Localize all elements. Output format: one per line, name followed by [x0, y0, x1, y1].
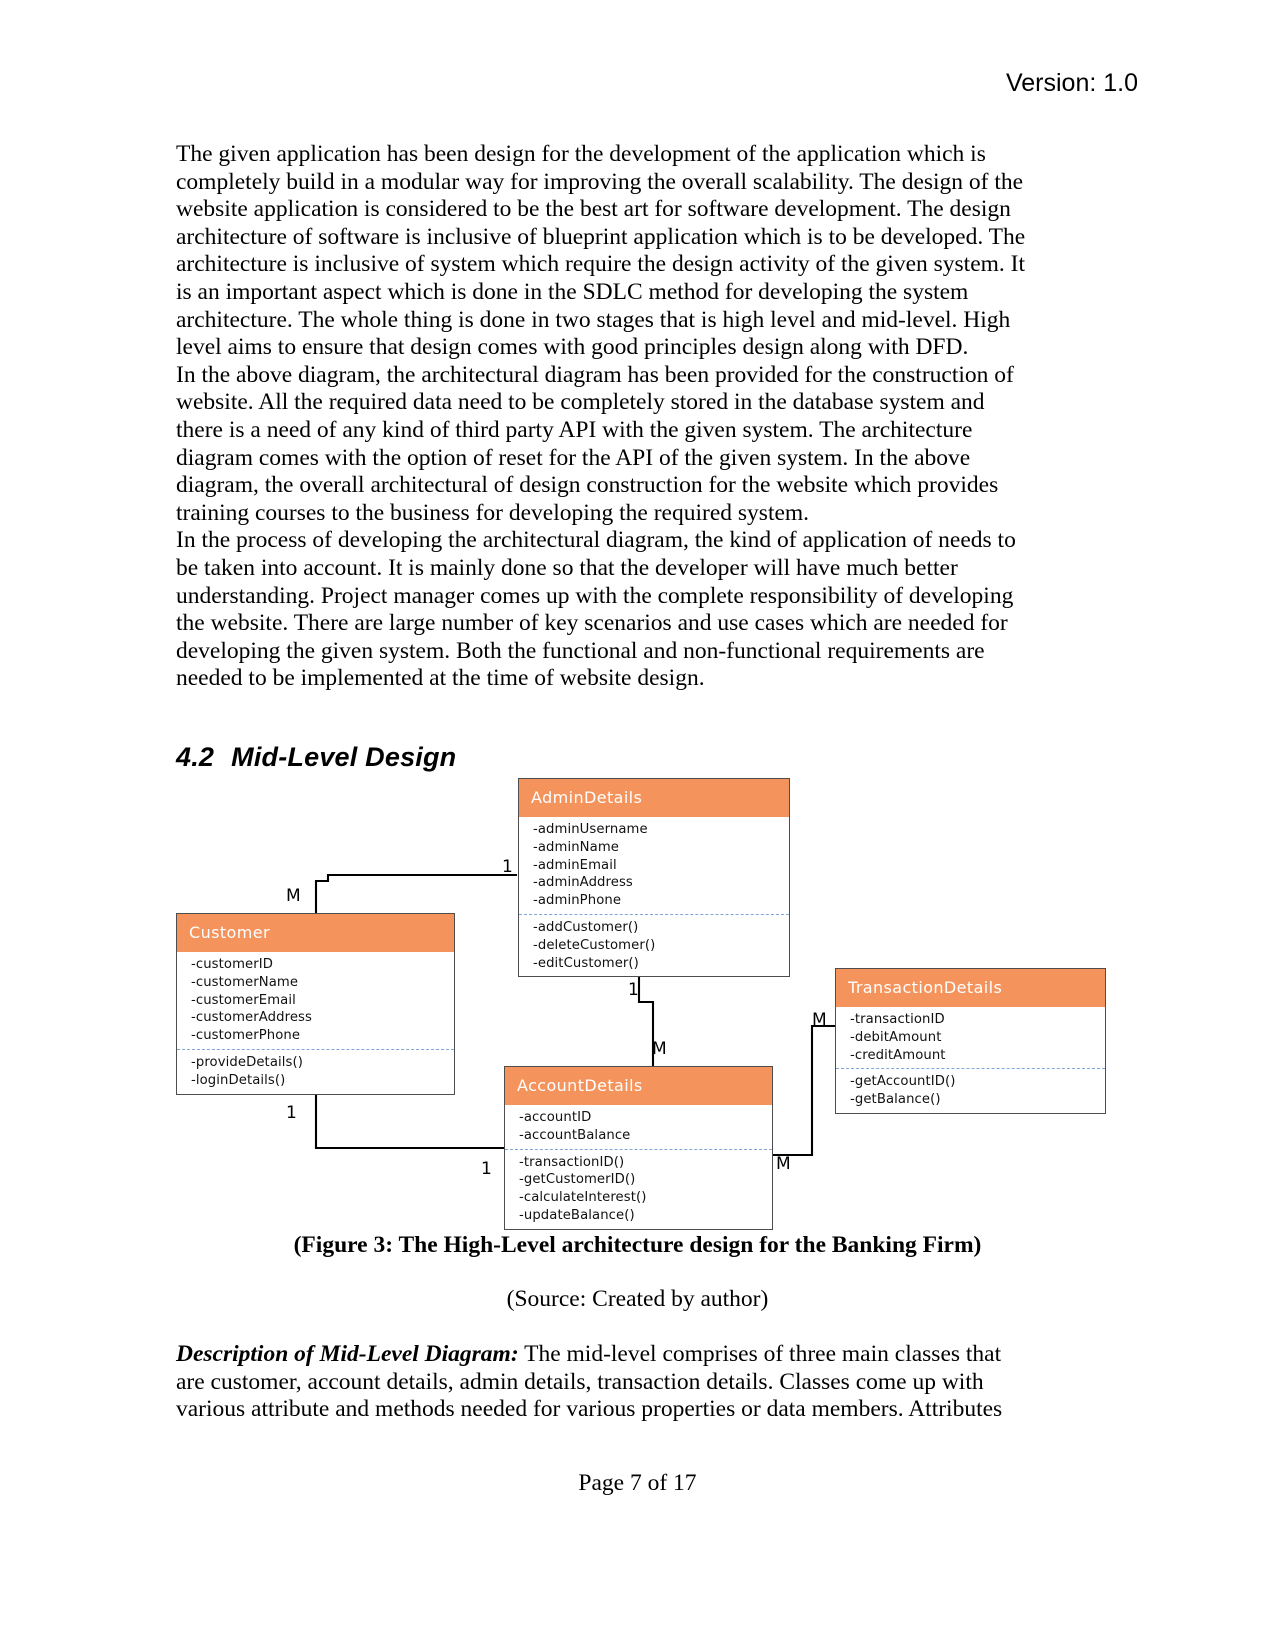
multiplicity-label-admin-one: 1 [502, 857, 513, 877]
uml-method: -provideDetails() [191, 1054, 303, 1070]
figure-caption: (Figure 3: The High-Level architecture d… [293, 1232, 982, 1258]
uml-method: -loginDetails() [191, 1072, 286, 1088]
uml-attribute: -adminPhone [533, 893, 622, 909]
uml-attribute: -transactionID [850, 1012, 945, 1027]
uml-attribute: -creditAmount [850, 1047, 946, 1063]
uml-method: -getCustomerID() [519, 1172, 636, 1188]
uml-attribute: -adminName [533, 839, 619, 855]
section-number: 4.2 [176, 742, 215, 772]
uml-methods: -addCustomer() -deleteCustomer() -editCu… [519, 913, 789, 976]
uml-method: -updateBalance() [519, 1207, 635, 1223]
multiplicity-label-transaction-m: M [812, 1010, 827, 1030]
uml-attribute: -adminEmail [533, 857, 617, 873]
uml-methods: -provideDetails() -loginDetails() [177, 1048, 454, 1094]
uml-class-title: AccountDetails [505, 1067, 772, 1105]
uml-method: -deleteCustomer() [533, 937, 656, 953]
document-body: The given application has been design fo… [176, 141, 1034, 693]
uml-class-account-details: AccountDetails -accountID -accountBalanc… [504, 1066, 773, 1230]
uml-attribute: -customerPhone [191, 1028, 301, 1044]
uml-class-title: AdminDetails [519, 779, 789, 817]
uml-attribute: -customerID [191, 957, 274, 972]
multiplicity-label-customer-one: 1 [286, 1103, 297, 1123]
uml-attributes: -customerID -customerName -customerEmail… [177, 952, 454, 1049]
paragraph-2: In the above diagram, the architectural … [176, 361, 1014, 526]
uml-methods: -transactionID() -getCustomerID() -calcu… [505, 1148, 772, 1229]
uml-attribute: -accountID [519, 1110, 592, 1125]
uml-attribute: -adminAddress [533, 875, 633, 891]
uml-method: -addCustomer() [533, 919, 639, 935]
document-version-header: Version: 1.0 [1005, 69, 1138, 97]
multiplicity-label-account-m-right: M [776, 1154, 791, 1174]
multiplicity-label-account-one-left: 1 [481, 1159, 492, 1179]
uml-method: -transactionID() [519, 1154, 625, 1170]
document-page: Version: 1.0 The given application has b… [0, 0, 1275, 1650]
section-title: Mid-Level Design [231, 742, 457, 772]
multiplicity-label-customer-m: M [286, 886, 301, 906]
uml-attributes: -adminUsername -adminName -adminEmail -a… [519, 817, 789, 914]
page-footer: Page 7 of 17 [578, 1470, 697, 1496]
uml-method: -calculateInterest() [519, 1190, 647, 1206]
paragraph-1: The given application has been design fo… [176, 141, 1026, 361]
uml-attribute: -adminUsername [533, 822, 648, 837]
uml-attributes: -accountID -accountBalance [505, 1105, 772, 1149]
uml-class-admin-details: AdminDetails -adminUsername -adminName -… [518, 778, 790, 978]
uml-attribute: -customerName [191, 974, 299, 990]
multiplicity-label-account-m-top: M [652, 1039, 667, 1059]
section-heading-mid-level-design: 4.2 Mid-Level Design [176, 742, 456, 773]
uml-class-customer: Customer -customerID -customerName -cust… [176, 913, 455, 1095]
uml-attribute: -customerAddress [191, 1010, 312, 1026]
uml-methods: -getAccountID() -getBalance() [836, 1068, 1105, 1113]
description-paragraph: Description of Mid-Level Diagram: The mi… [176, 1341, 1034, 1424]
uml-attribute: -customerEmail [191, 992, 296, 1008]
source-caption: (Source: Created by author) [506, 1286, 769, 1312]
paragraph-3: In the process of developing the archite… [176, 527, 1016, 692]
uml-method: -getAccountID() [850, 1074, 956, 1090]
uml-class-diagram: AdminDetails -adminUsername -adminName -… [176, 778, 1116, 1238]
uml-method: -editCustomer() [533, 955, 639, 971]
uml-attributes: -transactionID -debitAmount -creditAmoun… [836, 1007, 1105, 1068]
uml-class-title: Customer [177, 914, 454, 952]
uml-class-title: TransactionDetails [836, 969, 1105, 1007]
uml-class-transaction-details: TransactionDetails -transactionID -debit… [835, 968, 1106, 1114]
uml-attribute: -accountBalance [519, 1127, 631, 1143]
uml-method: -getBalance() [850, 1092, 941, 1108]
uml-attribute: -debitAmount [850, 1029, 942, 1045]
multiplicity-label-admin-account-one: 1 [628, 980, 639, 1000]
description-lead: Description of Mid-Level Diagram: [176, 1341, 519, 1367]
